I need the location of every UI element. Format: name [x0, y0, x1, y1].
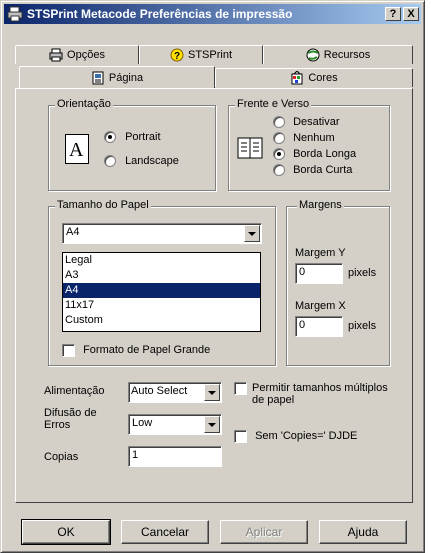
tab-label: Cores [308, 72, 338, 84]
multi-sizes-label: Permitir tamanhos múltiplos de papel [252, 382, 388, 406]
margin-y-value: 0 [299, 266, 306, 278]
title-bar: STSPrint Metacode Preferências de impres… [4, 4, 421, 24]
orientation-group: Orientação A Portrait Landscape [48, 98, 216, 191]
page-icon [91, 71, 105, 85]
tab-label: Opções [67, 49, 105, 61]
margin-x-value: 0 [299, 319, 306, 331]
apply-label: Aplicar [245, 525, 283, 539]
margins-group: Margens Margem Y 0 pixels Margem X 0 pix… [286, 199, 390, 366]
radio-button[interactable] [273, 132, 285, 145]
feed-value: Auto Select [131, 385, 188, 397]
duplex-option-label: Desativar [293, 116, 340, 128]
duplex-option-borda-longa[interactable]: Borda Longa [273, 148, 357, 161]
radio-button[interactable] [273, 164, 285, 177]
landscape-radio[interactable]: Landscape [104, 155, 179, 168]
preferences-window: STSPrint Metacode Preferências de impres… [0, 0, 425, 553]
svg-text:?: ? [174, 51, 180, 62]
portrait-label: Portrait [125, 131, 161, 143]
tab-label: Página [108, 71, 144, 84]
paper-size-value: A4 [66, 226, 80, 238]
printer-app-icon [7, 6, 23, 22]
help-button[interactable]: ? [385, 7, 401, 21]
apply-button[interactable]: Aplicar [220, 520, 308, 544]
duplex-option-label: Borda Curta [293, 164, 353, 176]
orientation-preview-icon: A [65, 134, 89, 164]
chevron-down-icon[interactable] [204, 384, 220, 401]
copies-value: 1 [132, 449, 139, 461]
globe-icon [306, 48, 320, 62]
diffusion-select[interactable]: Low [128, 414, 222, 435]
chevron-down-icon[interactable] [244, 225, 260, 242]
tab-stsprint[interactable]: ? STSPrint [139, 45, 263, 64]
cancel-button[interactable]: Cancelar [121, 520, 209, 544]
margin-y-unit: pixels [348, 267, 377, 279]
dropdown-option[interactable]: A3 [63, 268, 260, 283]
colors-icon [290, 70, 304, 85]
ok-button[interactable]: OK [21, 519, 111, 545]
landscape-label: Landscape [125, 155, 179, 167]
duplex-group: Frente e Verso Desativar Nenhum Borda Lo… [228, 98, 390, 191]
duplex-option-borda-curta[interactable]: Borda Curta [273, 164, 353, 177]
tab-label: STSPrint [187, 49, 232, 61]
margin-y-label: Margem Y [295, 247, 346, 259]
orientation-glyph: A [69, 139, 84, 161]
duplex-title: Frente e Verso [235, 98, 312, 110]
no-copies-label: Sem 'Copies=' DJDE [255, 430, 358, 443]
help-dialog-button[interactable]: Ajuda [319, 520, 407, 544]
paper-size-dropdown-list[interactable]: Legal A3 A4 11x17 Custom [62, 252, 261, 332]
diffusion-value: Low [132, 417, 153, 429]
tab-cores[interactable]: Cores [215, 68, 413, 87]
portrait-radio-button[interactable] [104, 131, 116, 144]
paper-size-select[interactable]: A4 [62, 223, 262, 244]
margin-x-unit: pixels [348, 320, 377, 332]
copies-label: Copias [44, 451, 79, 463]
printer-icon [49, 48, 63, 62]
radio-button[interactable] [273, 148, 285, 161]
portrait-radio[interactable]: Portrait [104, 131, 161, 144]
landscape-radio-button[interactable] [104, 155, 116, 168]
dropdown-option[interactable]: Custom [63, 313, 260, 328]
duplex-option-label: Borda Longa [293, 148, 357, 160]
tab-opcoes[interactable]: Opções [15, 45, 139, 64]
duplex-option-desativar[interactable]: Desativar [273, 116, 340, 129]
margin-x-input[interactable]: 0 [295, 316, 343, 337]
dropdown-option-selected[interactable]: A4 [63, 283, 260, 298]
feed-label: Alimentação [44, 385, 105, 397]
help-icon: ? [170, 48, 184, 62]
chevron-down-icon[interactable] [204, 416, 220, 433]
tab-pagina[interactable]: Página [19, 66, 215, 88]
margin-x-label: Margem X [295, 300, 346, 312]
paper-size-title: Tamanho do Papel [55, 199, 151, 211]
diffusion-label: Difusão de Erros [44, 407, 97, 431]
copies-input[interactable]: 1 [128, 446, 222, 467]
ok-label: OK [57, 525, 75, 539]
large-format-check[interactable] [62, 344, 75, 357]
orientation-title: Orientação [55, 98, 113, 110]
large-format-label: Formato de Papel Grande [83, 344, 211, 357]
cancel-label: Cancelar [140, 525, 190, 539]
dropdown-option[interactable]: 11x17 [63, 298, 260, 313]
duplex-option-label: Nenhum [293, 132, 335, 144]
no-copies-checkbox[interactable]: Sem 'Copies=' DJDE [234, 430, 357, 443]
duplex-book-icon [237, 136, 263, 160]
tab-label: Recursos [323, 49, 371, 61]
dropdown-option[interactable]: Legal [63, 253, 260, 268]
feed-select[interactable]: Auto Select [128, 382, 222, 403]
large-format-checkbox[interactable]: Formato de Papel Grande [62, 344, 210, 357]
duplex-option-nenhum[interactable]: Nenhum [273, 132, 335, 145]
help-label: Ajuda [347, 525, 379, 539]
multi-sizes-check[interactable] [234, 382, 247, 395]
margin-y-input[interactable]: 0 [295, 263, 343, 284]
close-button[interactable]: X [403, 7, 419, 21]
no-copies-check[interactable] [234, 430, 247, 443]
window-title: STSPrint Metacode Preferências de impres… [27, 7, 293, 21]
margins-title: Margens [297, 199, 344, 211]
radio-button[interactable] [273, 116, 285, 129]
tab-recursos[interactable]: Recursos [263, 45, 413, 64]
